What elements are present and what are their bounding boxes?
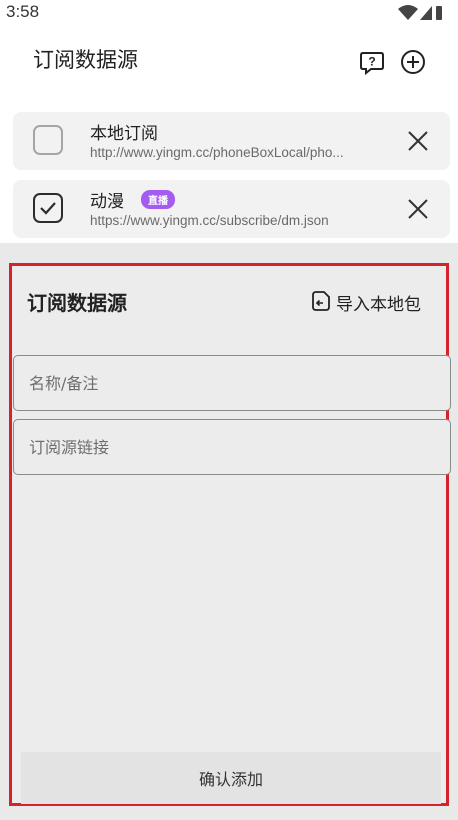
close-icon[interactable] <box>406 197 430 221</box>
check-icon <box>40 202 56 215</box>
svg-text:?: ? <box>368 55 375 69</box>
status-time: 3:58 <box>6 2 40 21</box>
subscription-url: https://www.yingm.cc/subscribe/dm.json <box>90 213 329 228</box>
status-bar: 3:58 <box>0 0 458 26</box>
signal-battery-icon <box>398 5 442 20</box>
help-bubble-icon[interactable]: ? <box>358 48 386 76</box>
subscription-checkbox[interactable] <box>33 193 63 223</box>
import-file-icon <box>312 291 330 311</box>
subscription-url-input[interactable] <box>13 419 451 475</box>
subscription-url: http://www.yingm.cc/phoneBoxLocal/pho... <box>90 145 344 160</box>
import-local-button[interactable]: 导入本地包 <box>310 290 428 315</box>
add-circle-icon[interactable] <box>399 48 427 76</box>
add-subscription-sheet: 订阅数据源 导入本地包 确认添加 <box>9 263 451 806</box>
page-title: 订阅数据源 <box>33 48 138 72</box>
subscription-title: 本地订阅 <box>90 124 158 144</box>
live-badge: 直播 <box>141 190 175 209</box>
confirm-add-button[interactable]: 确认添加 <box>21 752 441 804</box>
subscription-checkbox[interactable] <box>33 125 63 155</box>
close-icon[interactable] <box>406 129 430 153</box>
subscription-title: 动漫 <box>90 192 124 212</box>
subscription-item-anime[interactable]: 动漫 直播 https://www.yingm.cc/subscribe/dm.… <box>13 180 450 238</box>
subscription-item-local[interactable]: 本地订阅 http://www.yingm.cc/phoneBoxLocal/p… <box>13 112 450 170</box>
import-local-label: 导入本地包 <box>336 295 421 315</box>
name-input[interactable] <box>13 355 451 411</box>
sheet-title: 订阅数据源 <box>27 291 127 315</box>
